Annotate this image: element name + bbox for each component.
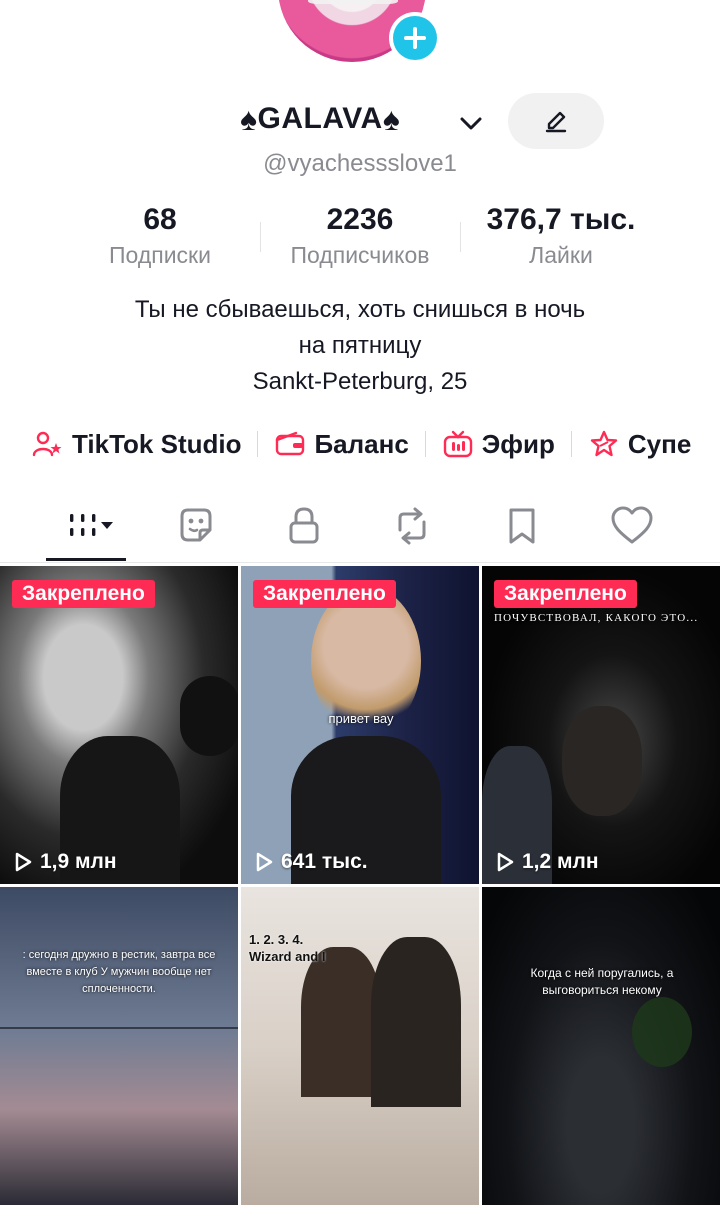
stat-divider [460, 222, 461, 252]
person-star-icon [32, 431, 62, 457]
pinned-badge: Закреплено [253, 580, 396, 608]
video-caption: : сегодня дружно в рестик, завтра все вм… [22, 949, 216, 995]
view-count-text: 641 тыс. [281, 850, 368, 873]
figure-graphic [562, 706, 642, 816]
tab-favorites[interactable] [482, 498, 562, 554]
video-thumbnail[interactable]: : сегодня дружно в рестик, завтра все вм… [0, 887, 238, 1205]
super-link[interactable]: Супе [588, 429, 691, 460]
view-count-text: 1,2 млн [522, 850, 599, 873]
stat-followers[interactable]: 2236 Подписчиков [270, 200, 450, 270]
add-avatar-button[interactable] [389, 12, 441, 64]
grid-icon [70, 514, 113, 536]
super-star-icon [590, 430, 618, 457]
video-caption: Когда с ней поругались, а выговориться н… [530, 966, 674, 997]
video-thumbnail[interactable]: Закреплено 1,9 млн [0, 566, 238, 884]
plus-icon [404, 27, 426, 49]
stat-label: Подписчиков [290, 242, 430, 268]
stat-value: 376,7 тыс. [486, 203, 636, 236]
bio-line: Ты не сбываешься, хоть снишься в ночь [134, 296, 586, 323]
link-divider [570, 431, 572, 457]
profile-bio: Ты не сбываешься, хоть снишься в ночь на… [0, 292, 720, 400]
spade-decoration: ♠ [382, 101, 401, 137]
play-icon [15, 852, 32, 872]
bookmark-icon [509, 508, 535, 544]
pencil-icon [545, 111, 567, 133]
display-name-text: GALAVA [257, 102, 383, 135]
heart-icon [611, 506, 653, 544]
pinned-badge: Закреплено [12, 580, 155, 608]
view-count-text: 1,9 млн [40, 850, 117, 873]
video-caption: привет вау [328, 711, 394, 726]
profile-stats: 68 Подписки 2236 Подписчиков 376,7 тыс. … [0, 200, 720, 280]
display-name[interactable]: ♠ GALAVA ♠ [240, 102, 400, 136]
video-caption: 1. 2. 3. 4. Wizard and I [249, 932, 326, 964]
tab-private[interactable] [264, 498, 344, 554]
handle-text: @vyachessslove1 [263, 150, 457, 177]
pinned-badge: Закреплено [494, 580, 637, 608]
tab-liked[interactable] [592, 498, 672, 554]
view-count: 1,9 млн [12, 850, 117, 874]
video-caption: ПОЧУВСТВОВАЛ, КАКОГО ЭТО... [494, 612, 699, 624]
view-count: 641 тыс. [253, 850, 368, 874]
link-label: Эфир [481, 428, 555, 459]
profile-quick-links: TikTok Studio Баланс Эфир Супе [32, 424, 691, 464]
sticker-icon [180, 508, 212, 542]
figure-graphic [301, 947, 381, 1097]
video-thumbnail[interactable]: ПОЧУВСТВОВАЛ, КАКОГО ЭТО... Закреплено 1… [482, 566, 720, 884]
stat-value: 2236 [326, 203, 394, 236]
stat-value: 68 [143, 203, 177, 236]
play-icon [497, 852, 514, 872]
video-thumbnail[interactable]: Когда с ней поругались, а выговориться н… [482, 887, 720, 1205]
bio-location: Sankt-Peterburg, 25 [252, 368, 468, 395]
bridge-graphic [0, 1027, 238, 1029]
stat-label: Лайки [529, 242, 593, 268]
link-divider [257, 431, 259, 457]
tree-graphic [632, 997, 692, 1067]
tab-stickers[interactable] [156, 498, 236, 554]
play-icon [256, 852, 273, 872]
lock-icon [289, 507, 319, 544]
link-label: Баланс [314, 428, 409, 459]
content-tabs [0, 498, 720, 564]
bio-line: на пятницу [298, 332, 422, 359]
link-divider [424, 431, 426, 457]
stat-label: Подписки [109, 242, 211, 268]
tab-videos[interactable] [52, 498, 132, 554]
stat-divider [260, 222, 261, 252]
link-label: Супе [627, 428, 692, 459]
view-count: 1,2 млн [494, 850, 599, 874]
profile-handle: @vyachessslove1 [0, 150, 720, 178]
live-tv-icon [443, 430, 472, 458]
stat-following[interactable]: 68 Подписки [80, 200, 240, 270]
edit-profile-button[interactable] [508, 93, 604, 149]
stat-likes[interactable]: 376,7 тыс. Лайки [462, 200, 660, 270]
spade-decoration: ♠ [240, 101, 258, 137]
tab-reposts[interactable] [372, 498, 452, 554]
chevron-down-icon[interactable] [456, 108, 486, 138]
profile-name-row: ♠ GALAVA ♠ [0, 93, 720, 149]
figure-graphic [371, 937, 461, 1107]
video-thumbnail[interactable]: 1. 2. 3. 4. Wizard and I [241, 887, 479, 1205]
tabs-divider [0, 562, 720, 563]
tiktok-studio-link[interactable]: TikTok Studio [32, 429, 241, 460]
live-link[interactable]: Эфир [442, 429, 555, 460]
microphone-graphic [180, 676, 238, 756]
video-thumbnail[interactable]: привет вау Закреплено 641 тыс. [241, 566, 479, 884]
balance-link[interactable]: Баланс [274, 428, 409, 460]
link-label: TikTok Studio [72, 428, 242, 459]
active-tab-indicator [46, 558, 126, 561]
wallet-icon [276, 431, 305, 456]
repost-icon [398, 507, 426, 545]
